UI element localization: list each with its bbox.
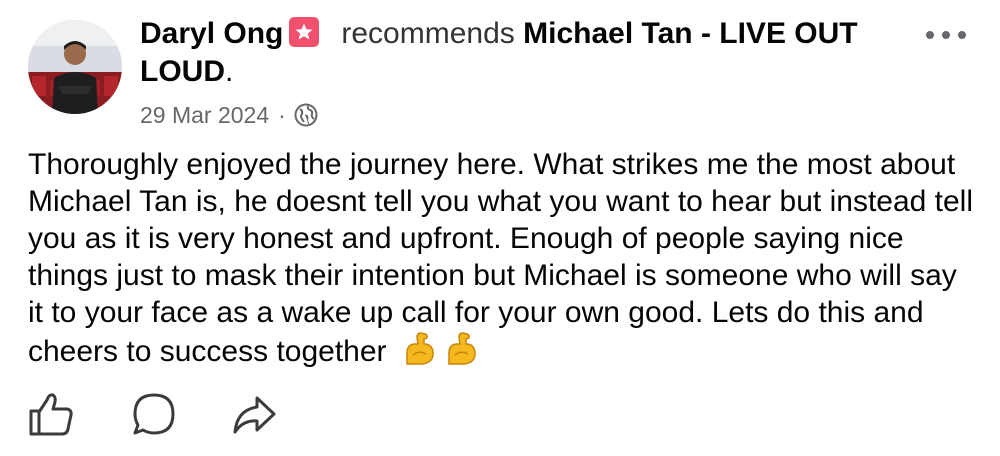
meta-separator: · <box>278 102 286 128</box>
more-dot-icon <box>926 31 934 39</box>
post-header: Daryl Ong recommends Michael Tan - LIVE O… <box>140 15 900 91</box>
recommend-badge <box>289 17 320 47</box>
post-body: Thoroughly enjoyed the journey here. Wha… <box>28 146 978 370</box>
recommendation-post: Daryl Ong recommends Michael Tan - LIVE O… <box>0 0 1000 456</box>
star-icon <box>295 23 313 40</box>
header-line: Daryl Ong recommends Michael Tan - LIVE O… <box>140 15 900 91</box>
flexed-biceps-icon <box>406 332 434 365</box>
author-name[interactable]: Daryl Ong <box>140 17 283 50</box>
more-options-button[interactable] <box>926 25 966 45</box>
share-button[interactable] <box>230 390 278 443</box>
comment-button[interactable] <box>130 390 178 443</box>
more-dot-icon <box>942 31 950 39</box>
recommends-text: recommends <box>341 17 515 50</box>
avatar[interactable] <box>28 20 122 114</box>
post-date[interactable]: 29 Mar 2024 <box>140 102 269 128</box>
more-dot-icon <box>958 31 966 39</box>
comment-icon <box>133 393 175 435</box>
post-meta: 29 Mar 2024 · <box>140 99 319 131</box>
share-arrow-icon <box>233 396 276 434</box>
globe-icon <box>294 103 318 127</box>
target-suffix: . <box>225 55 234 88</box>
thumbs-up-icon <box>29 393 73 436</box>
flexed-biceps-icon <box>448 332 476 365</box>
avatar-photo <box>28 20 122 114</box>
post-text: Thoroughly enjoyed the journey here. Wha… <box>28 148 974 368</box>
like-button[interactable] <box>27 390 75 443</box>
